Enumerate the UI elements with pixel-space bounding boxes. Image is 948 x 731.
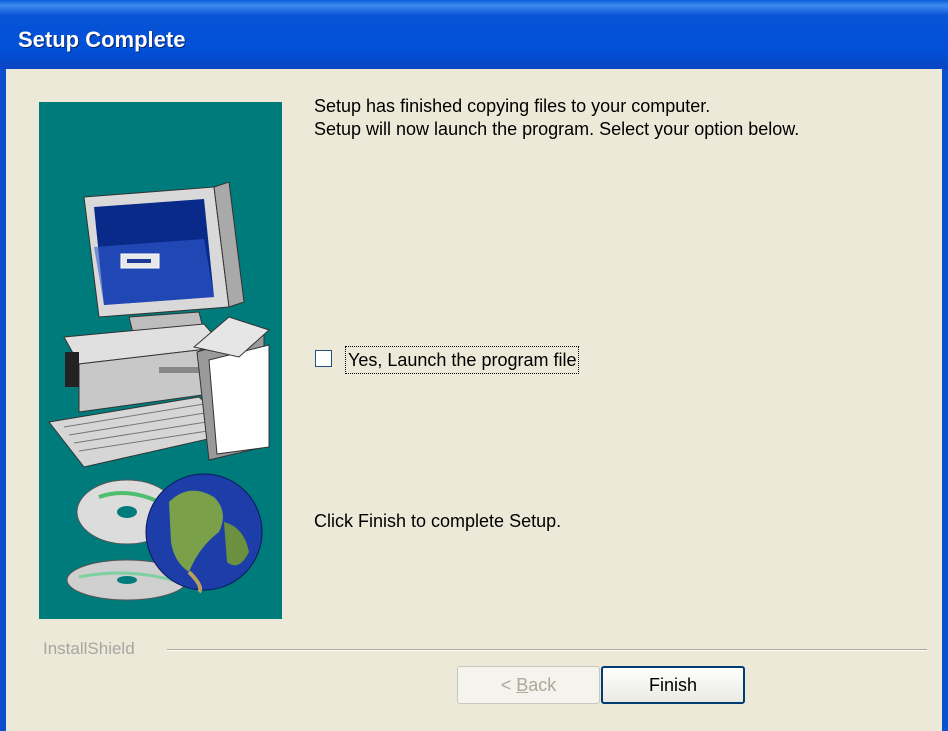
title-bar[interactable]: Setup Complete [0, 0, 948, 69]
finish-button[interactable]: Finish [601, 666, 745, 704]
back-button-prefix: < [500, 674, 517, 695]
completion-message: Setup has finished copying files to your… [314, 95, 799, 141]
back-button-mnemonic: B [516, 674, 529, 695]
installshield-brand: InstallShield [43, 639, 135, 658]
separator-line [167, 649, 927, 651]
window-frame-right [942, 69, 948, 731]
launch-checkbox[interactable] [315, 350, 332, 367]
launch-checkbox-label[interactable]: Yes, Launch the program file [345, 346, 580, 374]
back-button-rest: ack [528, 674, 557, 695]
message-line-1: Setup has finished copying files to your… [314, 96, 711, 116]
window-title: Setup Complete [18, 27, 186, 52]
back-button[interactable]: < Back [457, 666, 600, 704]
message-line-2: Setup will now launch the program. Selec… [314, 119, 800, 139]
setup-graphic [39, 102, 282, 619]
setup-dialog: Setup Complete Setup has finished copyin… [0, 0, 948, 731]
dialog-client-area: Setup has finished copying files to your… [6, 69, 942, 731]
finish-instruction: Click Finish to complete Setup. [314, 511, 562, 531]
